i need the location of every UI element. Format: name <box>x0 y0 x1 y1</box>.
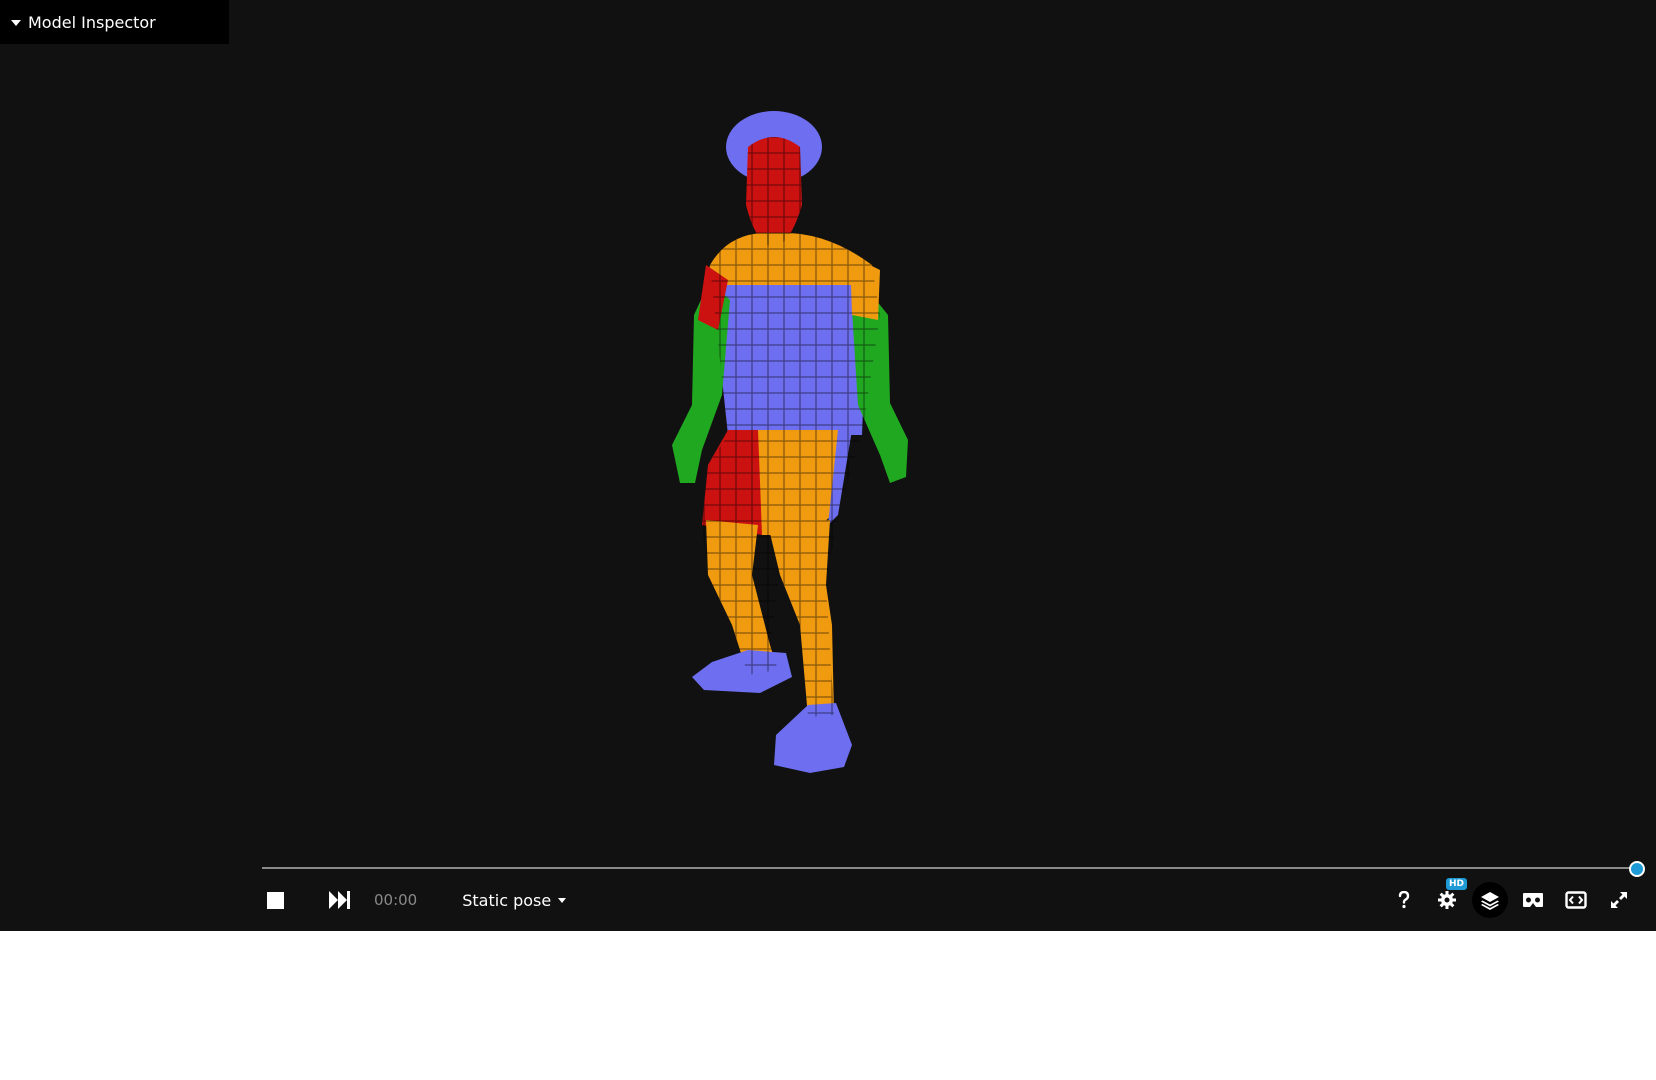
caret-down-icon <box>11 19 21 26</box>
gear-icon <box>1438 891 1456 909</box>
layers-icon <box>1481 892 1499 910</box>
help-icon <box>1398 891 1410 909</box>
skip-forward-button[interactable] <box>326 880 354 920</box>
model-render[interactable] <box>640 105 980 835</box>
vr-headset-icon <box>1523 893 1543 907</box>
aspect-ratio-button[interactable] <box>1558 882 1594 918</box>
caret-down-icon <box>558 897 567 903</box>
stop-icon <box>266 891 284 909</box>
animation-select[interactable]: Static pose <box>462 890 567 910</box>
fullscreen-button[interactable] <box>1601 882 1637 918</box>
settings-button[interactable]: HD <box>1429 878 1467 918</box>
time-display: 00:00 <box>374 891 418 909</box>
aspect-ratio-icon <box>1565 891 1587 909</box>
model-inspector-title: Model Inspector <box>28 12 156 32</box>
stop-button[interactable] <box>262 880 288 920</box>
timeline-handle[interactable] <box>1629 861 1645 877</box>
viewer-toolbar: HD <box>1379 878 1637 920</box>
timeline-track[interactable] <box>262 867 1637 869</box>
model-inspector-toggle[interactable]: Model Inspector <box>0 0 229 44</box>
model-viewer[interactable]: Model Inspector 00:00 Static pose HD <box>0 0 1656 931</box>
layers-button[interactable] <box>1472 882 1508 918</box>
model-uv-grid-overlay <box>702 137 880 717</box>
fullscreen-icon <box>1611 892 1627 908</box>
player-controls: 00:00 Static pose HD <box>262 878 1637 920</box>
vr-button[interactable] <box>1515 882 1551 918</box>
animation-select-label: Static pose <box>462 890 552 910</box>
hd-badge: HD <box>1445 878 1467 890</box>
model-left-foot <box>692 650 792 693</box>
skip-forward-icon <box>329 891 350 909</box>
help-button[interactable] <box>1386 882 1422 918</box>
